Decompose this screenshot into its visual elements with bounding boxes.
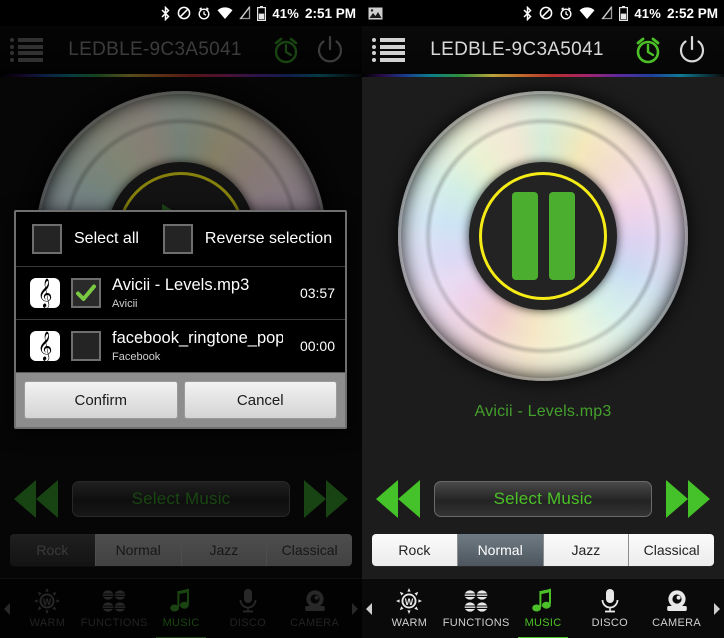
- battery-icon: [619, 5, 629, 21]
- signal-off-icon: [239, 5, 251, 20]
- track-title: Avicii - Levels.mp3: [112, 276, 250, 294]
- confirm-button[interactable]: Confirm: [24, 381, 178, 419]
- device-name-title: LEDBLE-9C3A5041: [430, 39, 604, 60]
- select-music-dialog: Select all Reverse selection 𝄞 Avicii - …: [14, 210, 347, 429]
- app-title-bar: LEDBLE-9C3A5041: [362, 26, 724, 74]
- nav-item-camera[interactable]: CAMERA: [643, 579, 710, 638]
- battery-percent: 41%: [634, 5, 661, 21]
- svg-text:W: W: [405, 597, 414, 607]
- functions-grid-icon: [463, 588, 489, 614]
- nav-label-functions: FUNCTIONS: [442, 617, 510, 629]
- play-pause-hub[interactable]: [469, 162, 617, 310]
- eq-tab-normal[interactable]: Normal: [457, 534, 544, 566]
- power-icon[interactable]: [670, 28, 714, 72]
- cd-disc-icon[interactable]: [398, 91, 688, 381]
- chevron-right-icon[interactable]: [710, 602, 724, 616]
- previous-icon[interactable]: [376, 480, 420, 518]
- rainbow-divider: [362, 74, 724, 77]
- select-music-button[interactable]: Select Music: [434, 481, 652, 517]
- battery-percent: 41%: [272, 5, 299, 21]
- dual-screenshot: 41% 2:51 PM LEDBLE-9C3A5041 Select Music…: [0, 0, 724, 638]
- bluetooth-icon: [160, 5, 171, 21]
- right-phone-screen: 41% 2:52 PM LEDBLE-9C3A5041 Avicii - Lev…: [362, 0, 724, 638]
- track-list-item[interactable]: 𝄞 facebook_ringtone_pop.m Facebook 00:00: [16, 320, 345, 372]
- music-clef-icon: 𝄞: [30, 331, 60, 361]
- nav-item-disco[interactable]: DISCO: [576, 579, 643, 638]
- nav-label-disco: DISCO: [591, 617, 628, 629]
- track-checkbox[interactable]: [71, 331, 101, 361]
- wifi-icon: [217, 6, 233, 20]
- eq-tab-rock[interactable]: Rock: [372, 534, 458, 566]
- select-all-label: Select all: [74, 230, 139, 247]
- clock: 2:52 PM: [666, 5, 718, 21]
- check-icon: [76, 284, 96, 301]
- reverse-selection-checkbox[interactable]: [162, 224, 193, 254]
- music-clef-icon: 𝄞: [30, 278, 60, 308]
- transport-controls: Select Music: [362, 472, 724, 526]
- nav-item-music[interactable]: MUSIC: [510, 579, 577, 638]
- pause-icon[interactable]: [479, 172, 607, 300]
- nav-item-functions[interactable]: FUNCTIONS: [443, 579, 510, 638]
- signal-off-icon: [601, 5, 613, 20]
- status-bar-system-icons: 41% 2:51 PM: [160, 5, 356, 21]
- eq-tab-jazz[interactable]: Jazz: [543, 534, 630, 566]
- list-menu-icon[interactable]: [372, 35, 408, 65]
- dialog-actions: Confirm Cancel: [16, 372, 345, 427]
- chevron-left-icon[interactable]: [362, 602, 376, 616]
- cancel-button[interactable]: Cancel: [183, 381, 337, 419]
- now-playing-label: Avicii - Levels.mp3: [474, 403, 612, 420]
- reverse-selection-label: Reverse selection: [204, 230, 333, 247]
- music-note-icon: [531, 588, 555, 614]
- nav-label-music: MUSIC: [524, 617, 562, 629]
- track-title: facebook_ringtone_pop.m: [112, 329, 283, 347]
- clock: 2:51 PM: [304, 5, 356, 21]
- battery-icon: [257, 5, 267, 21]
- eq-tab-classical[interactable]: Classical: [629, 534, 714, 566]
- dialog-header: Select all Reverse selection: [16, 212, 345, 266]
- mute-icon: [177, 6, 191, 20]
- select-all-checkbox[interactable]: [32, 224, 62, 254]
- microphone-icon: [599, 588, 621, 614]
- status-bar: 41% 2:52 PM: [362, 0, 724, 26]
- bluetooth-icon: [522, 5, 533, 21]
- camera-icon: [664, 588, 690, 614]
- next-icon[interactable]: [666, 480, 710, 518]
- equalizer-tabs: Rock Normal Jazz Classical: [372, 534, 714, 566]
- alarm-icon: [559, 6, 573, 20]
- mute-icon: [539, 6, 553, 20]
- track-artist: Avicii: [112, 298, 138, 310]
- wifi-icon: [579, 6, 595, 20]
- track-artist: Facebook: [112, 351, 161, 363]
- status-bar-notifications: [368, 7, 522, 20]
- bottom-navigation: W WARM FUNCTIONS MUSIC DISCO CAMERA: [362, 578, 724, 638]
- alarm-clock-icon[interactable]: [626, 28, 670, 72]
- status-bar-system-icons: 41% 2:52 PM: [522, 5, 718, 21]
- status-bar: 41% 2:51 PM: [0, 0, 362, 26]
- track-list-item[interactable]: 𝄞 Avicii - Levels.mp3 Avicii 03:57: [16, 267, 345, 319]
- track-checkbox[interactable]: [71, 278, 101, 308]
- image-notification-icon: [368, 7, 383, 20]
- alarm-icon: [197, 6, 211, 20]
- nav-label-warm: WARM: [391, 617, 428, 629]
- player-stage: Avicii - Levels.mp3: [362, 77, 724, 472]
- left-phone-screen: 41% 2:51 PM LEDBLE-9C3A5041 Select Music…: [0, 0, 362, 638]
- warm-sun-icon: W: [396, 588, 423, 614]
- track-duration: 03:57: [299, 285, 335, 301]
- nav-label-camera: CAMERA: [652, 617, 702, 629]
- nav-item-warm[interactable]: W WARM: [376, 579, 443, 638]
- track-duration: 00:00: [299, 338, 335, 354]
